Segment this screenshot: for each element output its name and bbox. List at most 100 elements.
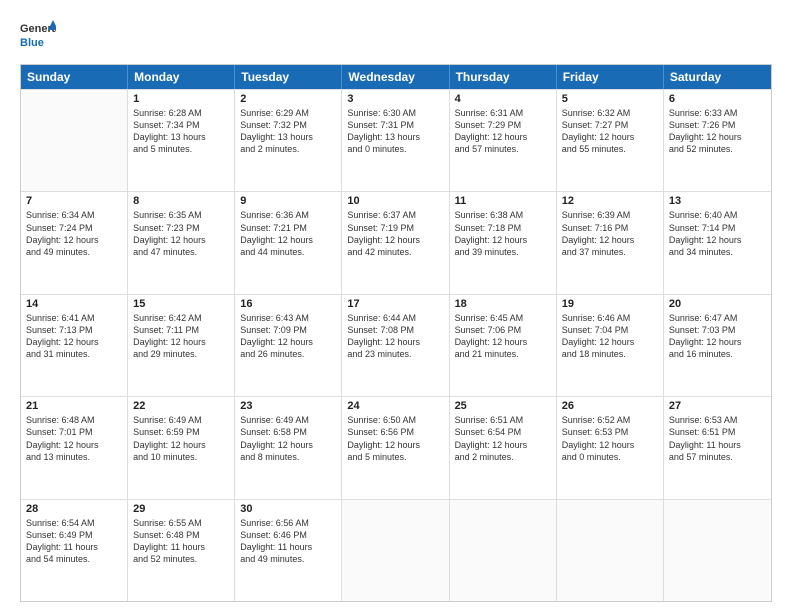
day-cell-28: 28Sunrise: 6:54 AMSunset: 6:49 PMDayligh… xyxy=(21,500,128,601)
cell-info-line: and 37 minutes. xyxy=(562,246,658,258)
day-number: 17 xyxy=(347,298,443,310)
day-cell-14: 14Sunrise: 6:41 AMSunset: 7:13 PMDayligh… xyxy=(21,295,128,396)
cell-info-line: and 49 minutes. xyxy=(240,553,336,565)
cell-info-line: Sunset: 7:08 PM xyxy=(347,324,443,336)
cell-info-line: Sunrise: 6:35 AM xyxy=(133,209,229,221)
cell-info-line: Sunrise: 6:54 AM xyxy=(26,517,122,529)
day-cell-13: 13Sunrise: 6:40 AMSunset: 7:14 PMDayligh… xyxy=(664,192,771,293)
cell-info-line: Daylight: 12 hours xyxy=(669,336,766,348)
day-cell-18: 18Sunrise: 6:45 AMSunset: 7:06 PMDayligh… xyxy=(450,295,557,396)
cell-info-line: Sunrise: 6:34 AM xyxy=(26,209,122,221)
cell-info-line: Daylight: 12 hours xyxy=(455,131,551,143)
day-cell-1: 1Sunrise: 6:28 AMSunset: 7:34 PMDaylight… xyxy=(128,90,235,191)
cell-info-line: and 57 minutes. xyxy=(669,451,766,463)
day-number: 1 xyxy=(133,93,229,105)
cell-info-line: and 29 minutes. xyxy=(133,348,229,360)
cell-info-line: and 52 minutes. xyxy=(133,553,229,565)
cell-info-line: Daylight: 12 hours xyxy=(133,336,229,348)
day-cell-26: 26Sunrise: 6:52 AMSunset: 6:53 PMDayligh… xyxy=(557,397,664,498)
day-cell-5: 5Sunrise: 6:32 AMSunset: 7:27 PMDaylight… xyxy=(557,90,664,191)
cell-info-line: Daylight: 12 hours xyxy=(347,336,443,348)
logo-svg: General Blue xyxy=(20,18,56,54)
cell-info-line: and 47 minutes. xyxy=(133,246,229,258)
cell-info-line: Daylight: 12 hours xyxy=(240,336,336,348)
header-day-monday: Monday xyxy=(128,65,235,89)
cell-info-line: and 42 minutes. xyxy=(347,246,443,258)
cell-info-line: and 2 minutes. xyxy=(240,143,336,155)
day-number: 19 xyxy=(562,298,658,310)
day-cell-4: 4Sunrise: 6:31 AMSunset: 7:29 PMDaylight… xyxy=(450,90,557,191)
cell-info-line: Daylight: 12 hours xyxy=(26,439,122,451)
page: General Blue SundayMondayTuesdayWednesda… xyxy=(0,0,792,612)
cell-info-line: and 8 minutes. xyxy=(240,451,336,463)
cell-info-line: Sunset: 7:01 PM xyxy=(26,426,122,438)
cell-info-line: and 16 minutes. xyxy=(669,348,766,360)
day-cell-24: 24Sunrise: 6:50 AMSunset: 6:56 PMDayligh… xyxy=(342,397,449,498)
cell-info-line: Daylight: 11 hours xyxy=(669,439,766,451)
day-cell-21: 21 Sunrise: 6:48 AMSunset: 7:01 PMDayligh… xyxy=(21,397,128,498)
day-cell-20: 20Sunrise: 6:47 AMSunset: 7:03 PMDayligh… xyxy=(664,295,771,396)
day-number: 5 xyxy=(562,93,658,105)
cell-info-line: Sunset: 6:54 PM xyxy=(455,426,551,438)
header-day-sunday: Sunday xyxy=(21,65,128,89)
cell-info-line: Sunrise: 6:48 AM xyxy=(26,414,122,426)
day-number: 21 xyxy=(26,400,122,412)
cell-info-line: Sunset: 6:53 PM xyxy=(562,426,658,438)
cell-info-line: Daylight: 12 hours xyxy=(669,234,766,246)
cell-info-line: Sunset: 7:16 PM xyxy=(562,222,658,234)
day-cell-10: 10Sunrise: 6:37 AMSunset: 7:19 PMDayligh… xyxy=(342,192,449,293)
cell-info-line: Daylight: 12 hours xyxy=(26,336,122,348)
day-number: 7 xyxy=(26,195,122,207)
day-cell-22: 22Sunrise: 6:49 AMSunset: 6:59 PMDayligh… xyxy=(128,397,235,498)
cell-info-line: and 57 minutes. xyxy=(455,143,551,155)
cell-info-line: Sunrise: 6:43 AM xyxy=(240,312,336,324)
day-number: 9 xyxy=(240,195,336,207)
cell-info-line: Sunrise: 6:51 AM xyxy=(455,414,551,426)
day-number: 28 xyxy=(26,503,122,515)
day-cell-23: 23Sunrise: 6:49 AMSunset: 6:58 PMDayligh… xyxy=(235,397,342,498)
day-number: 22 xyxy=(133,400,229,412)
cell-info-line: Sunset: 7:24 PM xyxy=(26,222,122,234)
cell-info-line: Daylight: 12 hours xyxy=(347,439,443,451)
day-cell-12: 12Sunrise: 6:39 AMSunset: 7:16 PMDayligh… xyxy=(557,192,664,293)
cell-info-line: Sunset: 7:14 PM xyxy=(669,222,766,234)
cell-info-line: Sunset: 6:46 PM xyxy=(240,529,336,541)
cell-info-line: Sunrise: 6:49 AM xyxy=(240,414,336,426)
cell-info-line: Sunset: 7:31 PM xyxy=(347,119,443,131)
day-number: 24 xyxy=(347,400,443,412)
day-number: 3 xyxy=(347,93,443,105)
cell-info-line: Daylight: 12 hours xyxy=(133,439,229,451)
cell-info-line: Sunrise: 6:53 AM xyxy=(669,414,766,426)
day-number: 11 xyxy=(455,195,551,207)
empty-cell xyxy=(21,90,128,191)
day-number: 8 xyxy=(133,195,229,207)
cell-info-line: Daylight: 12 hours xyxy=(562,336,658,348)
cell-info-line: Sunrise: 6:29 AM xyxy=(240,107,336,119)
cell-info-line: Daylight: 12 hours xyxy=(455,234,551,246)
day-number: 15 xyxy=(133,298,229,310)
day-number: 27 xyxy=(669,400,766,412)
cell-info-line: Sunrise: 6:32 AM xyxy=(562,107,658,119)
day-cell-3: 3Sunrise: 6:30 AMSunset: 7:31 PMDaylight… xyxy=(342,90,449,191)
calendar-row-3: 21Sunrise: 6:48 AMSunset: 7:01 PMDayligh… xyxy=(21,396,771,498)
cell-info-line: Daylight: 12 hours xyxy=(240,439,336,451)
day-number: 18 xyxy=(455,298,551,310)
cell-info-line: and 13 minutes. xyxy=(26,451,122,463)
calendar: SundayMondayTuesdayWednesdayThursdayFrid… xyxy=(20,64,772,602)
cell-info-line: Sunrise: 6:30 AM xyxy=(347,107,443,119)
cell-info-line: Sunset: 6:49 PM xyxy=(26,529,122,541)
cell-info-line: and 23 minutes. xyxy=(347,348,443,360)
svg-text:Blue: Blue xyxy=(20,37,44,49)
day-number: 12 xyxy=(562,195,658,207)
day-number: 2 xyxy=(240,93,336,105)
cell-info-line: Sunrise: 6:38 AM xyxy=(455,209,551,221)
cell-info-line: Sunset: 7:23 PM xyxy=(133,222,229,234)
logo: General Blue xyxy=(20,18,56,54)
day-number: 20 xyxy=(669,298,766,310)
cell-info-line: and 26 minutes. xyxy=(240,348,336,360)
cell-info-line: Daylight: 12 hours xyxy=(26,234,122,246)
empty-cell xyxy=(450,500,557,601)
day-number: 23 xyxy=(240,400,336,412)
day-cell-17: 17Sunrise: 6:44 AMSunset: 7:08 PMDayligh… xyxy=(342,295,449,396)
cell-info-line: Sunrise: 6:56 AM xyxy=(240,517,336,529)
